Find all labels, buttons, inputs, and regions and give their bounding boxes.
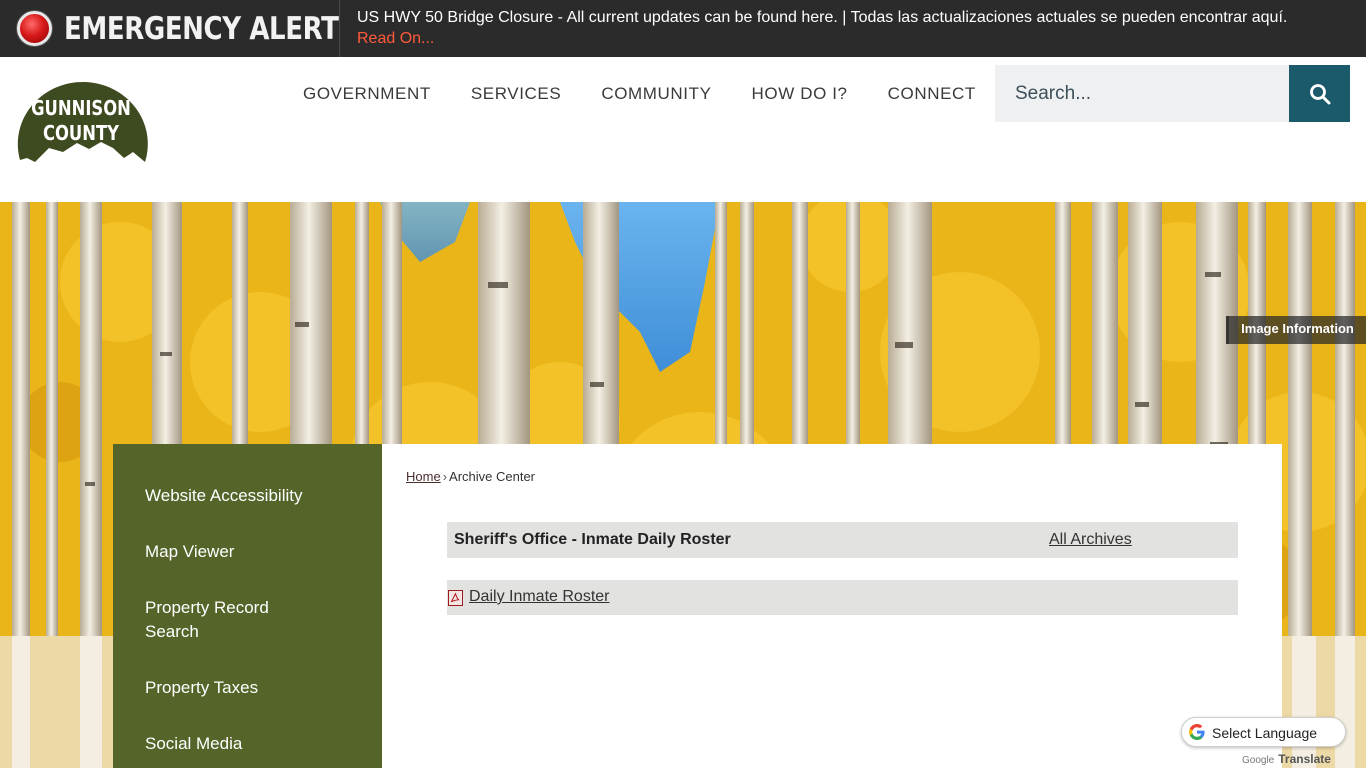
alert-heading: EMERGENCY ALERT <box>0 0 340 57</box>
google-wordmark: Google <box>1242 755 1275 766</box>
county-logo[interactable]: GUNNISON COUNTY <box>17 70 148 178</box>
logo-line-2: COUNTY <box>42 121 120 145</box>
image-information-button[interactable]: Image Information <box>1226 316 1366 344</box>
alert-title: EMERGENCY ALERT <box>64 10 339 47</box>
main-content: Home › Archive Center Sheriff's Office - I… <box>382 444 1282 768</box>
daily-inmate-roster-link[interactable]: Daily Inmate Roster <box>469 588 610 606</box>
sidebar-quick-links: Website Accessibility Map Viewer Propert… <box>113 444 382 768</box>
logo-line-1: GUNNISON <box>31 96 131 120</box>
breadcrumb-current: Archive Center <box>449 469 536 484</box>
translate-wordmark[interactable]: Translate <box>1278 752 1331 766</box>
search-input[interactable] <box>995 65 1289 122</box>
main-navigation: GOVERNMENT SERVICES COMMUNITY HOW DO I? … <box>283 74 996 114</box>
sidebar-item-website-accessibility[interactable]: Website Accessibility <box>145 484 365 508</box>
pdf-icon <box>448 590 463 606</box>
google-g-icon <box>1189 724 1205 740</box>
breadcrumb: Home › Archive Center <box>406 469 535 484</box>
breadcrumb-separator: › <box>442 469 448 484</box>
archive-list-item: Daily Inmate Roster <box>447 580 1238 615</box>
nav-how-do-i[interactable]: HOW DO I? <box>732 74 868 114</box>
logo-text: GUNNISON COUNTY <box>29 96 134 146</box>
nav-connect[interactable]: CONNECT <box>868 74 996 114</box>
alert-read-more-link[interactable]: Read On... <box>357 29 434 49</box>
breadcrumb-home-link[interactable]: Home <box>406 469 441 484</box>
search-button[interactable] <box>1289 65 1350 122</box>
archive-title: Sheriff's Office - Inmate Daily Roster <box>454 531 731 548</box>
sidebar-item-property-record-search[interactable]: Property Record Search <box>145 596 295 644</box>
all-archives-link[interactable]: All Archives <box>1049 531 1132 549</box>
select-language-label: Select Language <box>1212 725 1318 741</box>
emergency-alert-bar: EMERGENCY ALERT US HWY 50 Bridge Closure… <box>0 0 1366 57</box>
sidebar-item-property-taxes[interactable]: Property Taxes <box>145 676 365 700</box>
language-selector[interactable]: Select Language <box>1181 717 1346 747</box>
nav-services[interactable]: SERVICES <box>451 74 581 114</box>
search-icon <box>1309 83 1330 104</box>
sidebar-item-social-media[interactable]: Social Media <box>145 732 365 756</box>
sidebar-item-map-viewer[interactable]: Map Viewer <box>145 540 365 564</box>
nav-government[interactable]: GOVERNMENT <box>283 74 451 114</box>
powered-by-google-translate: Google Translate <box>1242 752 1331 766</box>
alert-message: US HWY 50 Bridge Closure - All current u… <box>357 9 1288 26</box>
nav-community[interactable]: COMMUNITY <box>581 74 731 114</box>
alert-light-icon <box>17 11 52 46</box>
archive-header: Sheriff's Office - Inmate Daily Roster A… <box>447 522 1238 558</box>
